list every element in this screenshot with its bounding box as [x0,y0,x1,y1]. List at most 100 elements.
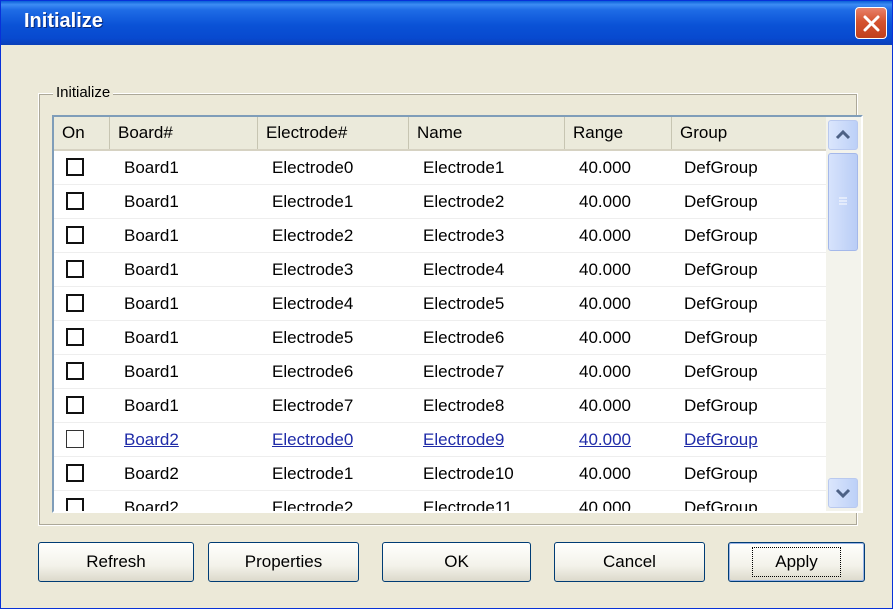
table-row[interactable]: Board2 Electrode1 Electrode10 40.000 DefGrou… [54,457,826,491]
cell-electrode: Electrode2 [272,226,354,245]
cell-electrode: Electrode1 [272,192,354,211]
on-checkbox[interactable] [66,430,84,448]
header-electrode[interactable]: Electrode# [258,117,409,149]
header-name[interactable]: Name [409,117,565,149]
table-row[interactable]: Board1 Electrode2 Electrode3 40.000 DefGroup [54,219,826,253]
cell-name[interactable]: Electrode9 [423,423,504,457]
cell-range: 40.000 [579,498,631,513]
initialize-dialog: Initialize Initialize On Board# Electrod… [0,0,893,609]
cell-name: Electrode3 [423,226,505,245]
cell-group: DefGroup [684,226,758,245]
header-on[interactable]: On [54,117,110,149]
cell-range: 40.000 [579,328,631,347]
cell-electrode: Electrode2 [272,498,354,513]
cell-name: Electrode2 [423,192,505,211]
close-icon [863,15,880,32]
cell-group: DefGroup [684,362,758,381]
chevron-down-icon [835,488,851,499]
cell-board: Board1 [124,158,179,177]
scroll-thumb[interactable] [828,153,858,251]
table-row[interactable]: Board1 Electrode4 Electrode5 40.000 DefGroup [54,287,826,321]
groupbox-label: Initialize [53,84,114,101]
table-header: On Board# Electrode# Name Range Group [54,117,826,151]
cell-name: Electrode7 [423,362,505,381]
window-title: Initialize [24,10,103,32]
on-checkbox[interactable] [66,158,84,176]
cell-name: Electrode10 [423,464,514,483]
cell-group: DefGroup [684,294,758,313]
cell-group: DefGroup [684,464,758,483]
chevron-up-icon [835,129,851,140]
cell-electrode: Electrode7 [272,396,354,415]
apply-button[interactable]: Apply [728,542,865,582]
cell-range: 40.000 [579,226,631,245]
cell-electrode: Electrode4 [272,294,354,313]
cell-group: DefGroup [684,260,758,279]
table-row[interactable]: Board2 Electrode2 Electrode11 40.000 DefGrou… [54,491,826,513]
cell-group: DefGroup [684,396,758,415]
on-checkbox[interactable] [66,396,84,414]
on-checkbox[interactable] [66,226,84,244]
title-bar[interactable]: Initialize [1,1,892,45]
table-row[interactable]: Board1 Electrode5 Electrode6 40.000 DefGroup [54,321,826,355]
cell-board: Board1 [124,396,179,415]
cell-range: 40.000 [579,158,631,177]
cell-board[interactable]: Board2 [124,423,179,457]
cell-group[interactable]: DefGroup [684,423,758,457]
cell-range: 40.000 [579,464,631,483]
on-checkbox[interactable] [66,260,84,278]
refresh-button[interactable]: Refresh [38,542,194,582]
cell-group: DefGroup [684,498,758,513]
vertical-scrollbar[interactable] [826,117,861,511]
ok-button[interactable]: OK [382,542,531,582]
cell-group: DefGroup [684,192,758,211]
cell-range: 40.000 [579,260,631,279]
header-board[interactable]: Board# [110,117,258,149]
cancel-button[interactable]: Cancel [554,542,705,582]
cell-electrode: Electrode1 [272,464,354,483]
header-group[interactable]: Group [672,117,826,149]
on-checkbox[interactable] [66,294,84,312]
cell-range[interactable]: 40.000 [579,423,631,457]
apply-button-label: Apply [752,547,841,577]
cell-range: 40.000 [579,294,631,313]
cell-range: 40.000 [579,192,631,211]
table-row[interactable]: Board1 Electrode7 Electrode8 40.000 DefGroup [54,389,826,423]
cell-electrode: Electrode0 [272,158,354,177]
grip-icon [839,197,847,205]
cell-electrode: Electrode6 [272,362,354,381]
cell-group: DefGroup [684,158,758,177]
cell-range: 40.000 [579,362,631,381]
on-checkbox[interactable] [66,464,84,482]
scroll-up-button[interactable] [828,120,858,150]
table-row[interactable]: Board2 Electrode0 Electrode9 40.000 DefGroup [54,423,826,457]
cell-electrode: Electrode3 [272,260,354,279]
table-row[interactable]: Board1 Electrode6 Electrode7 40.000 DefGroup [54,355,826,389]
on-checkbox[interactable] [66,498,84,511]
cell-board: Board2 [124,464,179,483]
on-checkbox[interactable] [66,192,84,210]
on-checkbox[interactable] [66,328,84,346]
table-row[interactable]: Board1 Electrode1 Electrode2 40.000 DefGroup [54,185,826,219]
table-row[interactable]: Board1 Electrode3 Electrode4 40.000 DefGroup [54,253,826,287]
cell-electrode: Electrode5 [272,328,354,347]
cell-electrode[interactable]: Electrode0 [272,423,353,457]
cell-board: Board1 [124,362,179,381]
electrode-table[interactable]: On Board# Electrode# Name Range Group Bo… [52,115,863,513]
properties-button[interactable]: Properties [208,542,359,582]
cell-name: Electrode4 [423,260,505,279]
close-button[interactable] [855,7,887,39]
on-checkbox[interactable] [66,362,84,380]
cell-name: Electrode1 [423,158,505,177]
cell-name: Electrode6 [423,328,505,347]
cell-group: DefGroup [684,328,758,347]
table-row[interactable]: Board1 Electrode0 Electrode1 40.000 DefGroup [54,151,826,185]
cell-board: Board1 [124,260,179,279]
scroll-down-button[interactable] [828,478,858,508]
header-range[interactable]: Range [565,117,672,149]
cell-name: Electrode5 [423,294,505,313]
cell-board: Board1 [124,192,179,211]
cell-name: Electrode8 [423,396,505,415]
cell-board: Board2 [124,498,179,513]
cell-range: 40.000 [579,396,631,415]
